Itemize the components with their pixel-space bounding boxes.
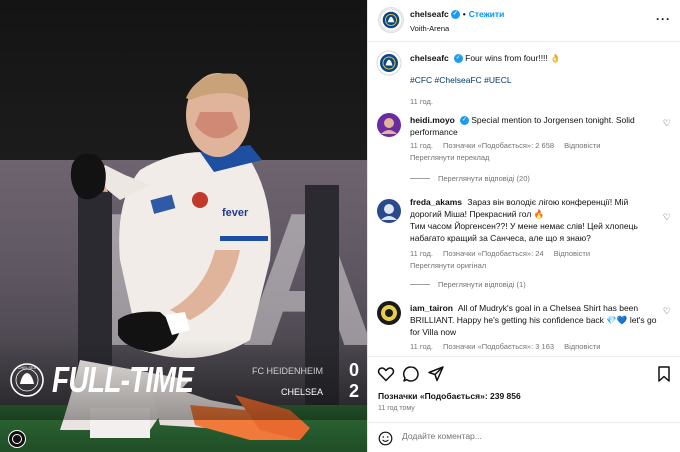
comment-username[interactable]: iam_tairon bbox=[410, 303, 453, 313]
view-replies-button[interactable]: Переглянути відповіді (1) bbox=[410, 280, 526, 289]
caption-time: 11 год. bbox=[410, 97, 433, 106]
view-replies-label: Переглянути відповіді (1) bbox=[438, 280, 526, 289]
caption-username[interactable]: chelseafc bbox=[410, 53, 449, 63]
comment-text-continued: Тим часом Йоргенсен??! У мене немає слів… bbox=[410, 221, 638, 243]
tagged-users-icon[interactable] bbox=[8, 430, 26, 448]
caption-hashtags[interactable]: #CFC #ChelseaFC #UECL bbox=[410, 74, 660, 86]
svg-text:fever: fever bbox=[222, 207, 249, 219]
user-avatar[interactable] bbox=[376, 198, 402, 224]
post-author: chelseafc ✓ • Стежити bbox=[410, 9, 505, 20]
see-translation-link[interactable]: Переглянути переклад bbox=[410, 153, 489, 162]
caption-body: chelseafc ✓ Four wins from four!!!! 👌 bbox=[410, 52, 660, 64]
score-row-home: FC HEIDENHEIM 0 bbox=[252, 360, 359, 381]
more-horizontal-icon[interactable]: ··· bbox=[656, 12, 671, 26]
team-score: 2 bbox=[348, 381, 359, 401]
reply-button[interactable]: Відповісти bbox=[554, 249, 590, 258]
post-location[interactable]: Voith-Arena bbox=[410, 24, 449, 33]
comment-likes[interactable]: Позначки «Подобається»: 3 163 bbox=[443, 342, 554, 351]
emoji-icon[interactable] bbox=[378, 431, 393, 446]
comment-username[interactable]: freda_akams bbox=[410, 197, 462, 207]
chelsea-avatar[interactable] bbox=[378, 7, 404, 33]
comment-username[interactable]: heidi.moyo bbox=[410, 115, 455, 125]
add-comment-row bbox=[368, 422, 680, 452]
user-avatar[interactable] bbox=[376, 300, 402, 326]
svg-text:CHELSEA: CHELSEA bbox=[18, 365, 37, 370]
comment-bubble-icon[interactable] bbox=[402, 365, 420, 383]
divider-line bbox=[410, 284, 430, 285]
comment-time: 11 год. bbox=[410, 249, 433, 258]
like-heart-icon[interactable] bbox=[377, 365, 395, 383]
post-time: 11 год тому bbox=[378, 405, 415, 412]
author-username[interactable]: chelseafc bbox=[410, 9, 449, 19]
heart-icon[interactable]: ♡ bbox=[663, 306, 671, 317]
post-details-panel: chelseafc ✓ • Стежити Voith-Arena ··· chels… bbox=[367, 0, 680, 452]
separator-dot: • bbox=[462, 9, 466, 19]
verified-icon: ✓ bbox=[459, 116, 469, 126]
share-send-icon[interactable] bbox=[427, 365, 445, 383]
add-comment-input[interactable] bbox=[402, 431, 652, 441]
post-photo[interactable]: BA fever bbox=[0, 0, 367, 452]
reply-button[interactable]: Відповісти bbox=[564, 342, 600, 351]
chelsea-crest-icon: CHELSEA bbox=[10, 363, 44, 397]
comment-meta: 11 год. Позначки «Подобається»: 2 658 Ві… bbox=[410, 141, 608, 150]
comment-time: 11 год. bbox=[410, 141, 433, 150]
post-header: chelseafc ✓ • Стежити Voith-Arena ··· bbox=[368, 0, 680, 42]
chelsea-avatar[interactable] bbox=[376, 50, 402, 76]
verified-icon: ✓ bbox=[450, 10, 460, 20]
team-name: CHELSEA bbox=[280, 386, 323, 397]
view-replies-label: Переглянути відповіді (20) bbox=[438, 174, 530, 183]
likes-count[interactable]: Позначки «Подобається»: 239 856 bbox=[378, 391, 521, 401]
comment-time: 11 год. bbox=[410, 342, 433, 351]
score-row-away: CHELSEA 2 bbox=[281, 381, 359, 402]
see-original-link[interactable]: Переглянути оригінал bbox=[410, 261, 486, 270]
full-time-title: FULL-TIME bbox=[52, 359, 194, 400]
follow-button[interactable]: Стежити bbox=[469, 9, 505, 19]
bookmark-icon[interactable] bbox=[655, 365, 673, 383]
team-score: 0 bbox=[348, 360, 359, 380]
comment-meta: 11 год. Позначки «Подобається»: 24 Відпо… bbox=[410, 249, 598, 258]
comment-meta: 11 год. Позначки «Подобається»: 3 163 Ві… bbox=[410, 342, 608, 351]
comment-likes[interactable]: Позначки «Подобається»: 24 bbox=[443, 249, 544, 258]
comments-list[interactable]: chelseafc ✓ Four wins from four!!!! 👌 #CF… bbox=[368, 42, 680, 356]
comment-likes[interactable]: Позначки «Подобається»: 2 658 bbox=[443, 141, 554, 150]
verified-icon: ✓ bbox=[453, 54, 463, 64]
comment-body: heidi.moyo ✓ Special mention to Jorgensen… bbox=[410, 114, 660, 138]
divider-line bbox=[410, 178, 430, 179]
view-replies-button[interactable]: Переглянути відповіді (20) bbox=[410, 174, 530, 183]
comment-body: freda_akams Зараз він володіє лігою конф… bbox=[410, 196, 660, 244]
caption-text: Four wins from four!!!! 👌 bbox=[465, 53, 561, 63]
heart-icon[interactable]: ♡ bbox=[663, 118, 671, 129]
team-name: FC HEIDENHEIM bbox=[251, 365, 323, 376]
user-avatar[interactable] bbox=[376, 112, 402, 138]
comment-body: iam_tairon All of Mudryk's goal in a Che… bbox=[410, 302, 660, 338]
heart-icon[interactable]: ♡ bbox=[663, 212, 671, 223]
reply-button[interactable]: Відповісти bbox=[564, 141, 600, 150]
